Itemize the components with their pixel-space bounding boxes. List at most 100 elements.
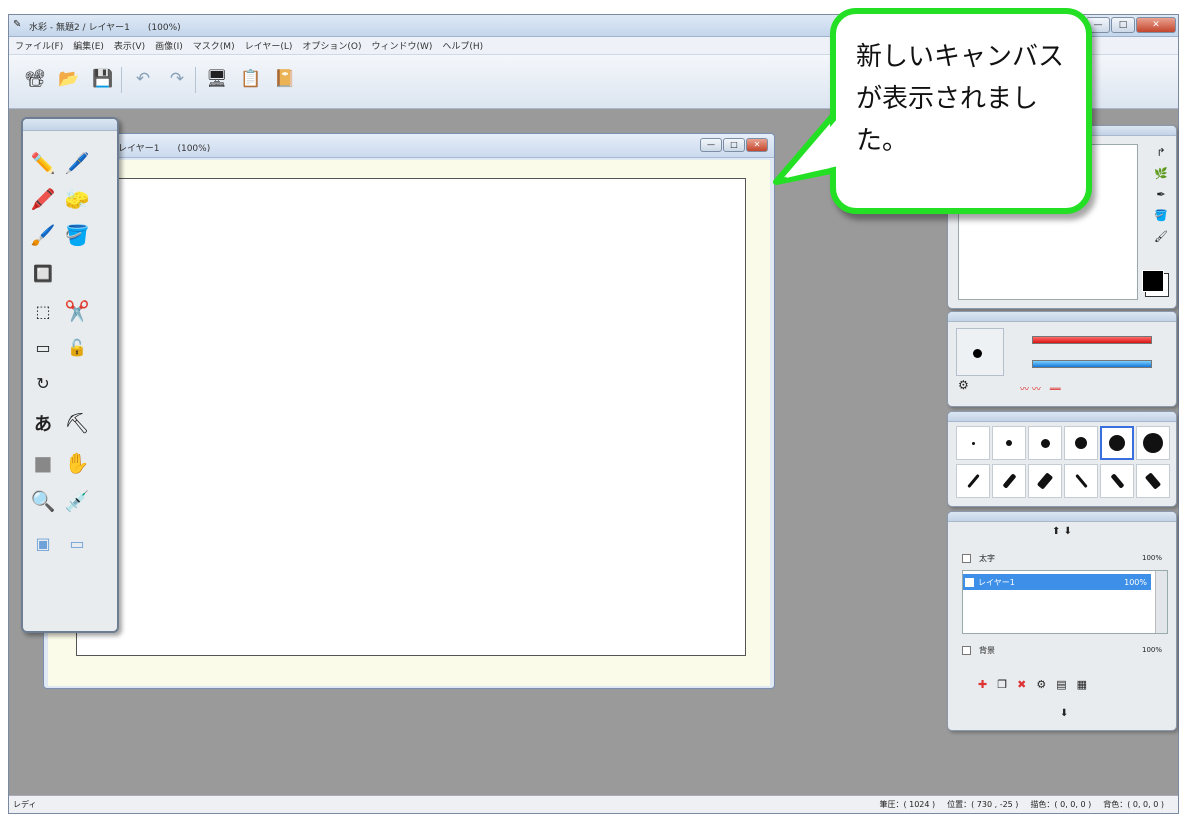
layer-move-icon[interactable]: ▭ <box>29 333 57 361</box>
size-slider[interactable] <box>1032 336 1152 344</box>
lock-icon[interactable]: 🔓 <box>63 333 91 361</box>
pressure-readout: 筆圧：( 1024 ) <box>879 800 936 809</box>
stroke-3[interactable] <box>1028 464 1062 498</box>
stroke-5[interactable] <box>1100 464 1134 498</box>
size-3[interactable] <box>1028 426 1062 460</box>
layer-panel-header[interactable] <box>948 512 1176 522</box>
size-5-selected[interactable] <box>1100 426 1134 460</box>
add-layer-icon[interactable]: ✚ <box>978 678 987 691</box>
rectangle-tool-icon[interactable]: 🔲 <box>29 259 57 287</box>
screen-icon[interactable]: 🖥 <box>205 67 229 91</box>
redo-icon[interactable]: ↷ <box>165 67 189 91</box>
menu-file[interactable]: ファイル(F) <box>15 39 63 52</box>
layer-name: 背景 <box>979 645 995 655</box>
toolbar-separator <box>195 67 196 93</box>
magnifier-icon[interactable]: 🔍 <box>29 487 57 515</box>
layer-order-arrows[interactable]: ⬆ ⬇ <box>948 526 1176 537</box>
merge-layer-icon[interactable]: ▤ <box>1056 678 1066 691</box>
airbrush-icon[interactable]: 🖌️ <box>29 221 57 249</box>
marker-icon[interactable]: 🖍️ <box>29 185 57 213</box>
fill-bucket-icon[interactable]: 🪣 <box>63 221 91 249</box>
layer-visibility-checkbox[interactable] <box>962 553 971 563</box>
canvas-minimize-button[interactable]: — <box>700 138 722 152</box>
bucket-icon[interactable]: 🪣 <box>1154 209 1168 222</box>
layer-list: レイヤー1 100% <box>962 570 1168 634</box>
close-button[interactable]: ✕ <box>1136 17 1176 33</box>
dropper-icon[interactable]: ✒ <box>1156 188 1165 201</box>
layer-visibility-checkbox[interactable] <box>962 645 971 655</box>
canvas-background <box>48 160 770 686</box>
swap-color-icon[interactable]: ↱ <box>1156 146 1165 159</box>
size-4[interactable] <box>1064 426 1098 460</box>
new-canvas-icon[interactable]: 📽 <box>23 67 47 91</box>
layer-settings-icon[interactable]: ⚙ <box>1036 678 1046 691</box>
menu-window[interactable]: ウィンドウ(W) <box>371 39 432 52</box>
density-slider[interactable] <box>1032 360 1152 368</box>
layer-row-bottom[interactable]: 背景 100% <box>962 642 1162 658</box>
save-icon[interactable]: 💾 <box>91 67 115 91</box>
stroke-6[interactable] <box>1136 464 1170 498</box>
selected-layer-name: レイヤー1 <box>978 577 1015 587</box>
stroke-4[interactable] <box>1064 464 1098 498</box>
size-1[interactable] <box>956 426 990 460</box>
layer-list-scrollbar[interactable] <box>1155 571 1167 633</box>
callout-bubble: 新しいキャンバスが表示されました。 <box>773 8 1092 214</box>
foreground-color-swatch[interactable] <box>1142 270 1164 292</box>
text-tool-icon[interactable]: あ <box>29 409 57 437</box>
menu-layer[interactable]: レイヤー(L) <box>245 39 293 52</box>
toolbar-separator <box>121 67 122 93</box>
canvas-maximize-button[interactable]: □ <box>723 138 745 152</box>
menu-image[interactable]: 画像(I) <box>155 39 183 52</box>
layer-row-top[interactable]: 太字 100% <box>962 550 1162 566</box>
stroke-2[interactable] <box>992 464 1026 498</box>
expand-panel-icon[interactable]: ⬇ <box>1060 708 1068 719</box>
open-folder-icon[interactable]: 📂 <box>57 67 81 91</box>
canvas-close-button[interactable]: ✕ <box>746 138 768 152</box>
eyedropper-icon[interactable]: 💉 <box>63 487 91 515</box>
layer-name: 太字 <box>979 553 995 563</box>
app-icon: ✎ <box>13 19 22 30</box>
tool-palette-header[interactable] <box>23 119 117 131</box>
brush-size-panel <box>947 411 1177 507</box>
eraser-icon[interactable]: 🧽 <box>63 185 91 213</box>
brush-small-icon[interactable]: 🖌 <box>1154 230 1168 243</box>
brush-size-panel-header[interactable] <box>948 412 1176 422</box>
selected-layer-row[interactable]: レイヤー1 100% <box>963 574 1151 590</box>
view-large-icon[interactable]: ▭ <box>63 529 91 557</box>
leaf-icon[interactable]: 🌿 <box>1154 167 1168 180</box>
menu-mask[interactable]: マスク(M) <box>193 39 235 52</box>
menu-view[interactable]: 表示(V) <box>114 39 145 52</box>
drawing-canvas[interactable] <box>76 178 746 656</box>
selection-icon[interactable]: ⬚ <box>29 297 57 325</box>
pencil-icon[interactable]: 🖊️ <box>63 149 91 177</box>
menu-option[interactable]: オプション(O) <box>302 39 361 52</box>
brush-mode-icon[interactable]: ⚙ <box>958 378 969 392</box>
copy-layer-icon[interactable]: ❐ <box>997 678 1007 691</box>
brush-icon[interactable]: ✏️ <box>29 149 57 177</box>
notebook-icon[interactable]: 📔 <box>273 67 297 91</box>
copy-icon[interactable]: 📋 <box>239 67 263 91</box>
maximize-button[interactable]: □ <box>1111 17 1135 33</box>
brush-style-icon[interactable]: 〰 〰 ══ <box>1020 382 1061 395</box>
size-6[interactable] <box>1136 426 1170 460</box>
layer-properties-icon[interactable]: ▦ <box>1077 678 1087 691</box>
brush-panel: ⚙ 〰 〰 ══ <box>947 311 1177 407</box>
scissors-icon[interactable]: ✂️ <box>63 297 91 325</box>
undo-icon[interactable]: ↶ <box>131 67 155 91</box>
size-2[interactable] <box>992 426 1026 460</box>
selected-layer-opacity: 100% <box>1124 577 1147 587</box>
menu-edit[interactable]: 編集(E) <box>73 39 104 52</box>
gray-fill-icon[interactable]: ■ <box>29 449 57 477</box>
hand-icon[interactable]: ✋ <box>63 449 91 477</box>
color-tools: ↱ 🌿 ✒ 🪣 🖌 <box>1154 146 1168 243</box>
menu-help[interactable]: ヘルプ(H) <box>442 39 483 52</box>
delete-layer-icon[interactable]: ✖ <box>1017 678 1026 691</box>
canvas-window-titlebar[interactable]: レイヤー1 (100%) — □ ✕ <box>44 134 774 158</box>
stroke-1[interactable] <box>956 464 990 498</box>
stamp-icon[interactable]: ⛏ <box>63 409 91 437</box>
view-small-icon[interactable]: ▣ <box>29 529 57 557</box>
rotate-icon[interactable]: ↻ <box>29 369 57 397</box>
status-readouts: 筆圧：( 1024 ) 位置：( 730 , -25 ) 描色：( 0, 0, … <box>879 799 1164 810</box>
window-controls: — □ ✕ <box>1086 17 1176 33</box>
brush-panel-header[interactable] <box>948 312 1176 322</box>
